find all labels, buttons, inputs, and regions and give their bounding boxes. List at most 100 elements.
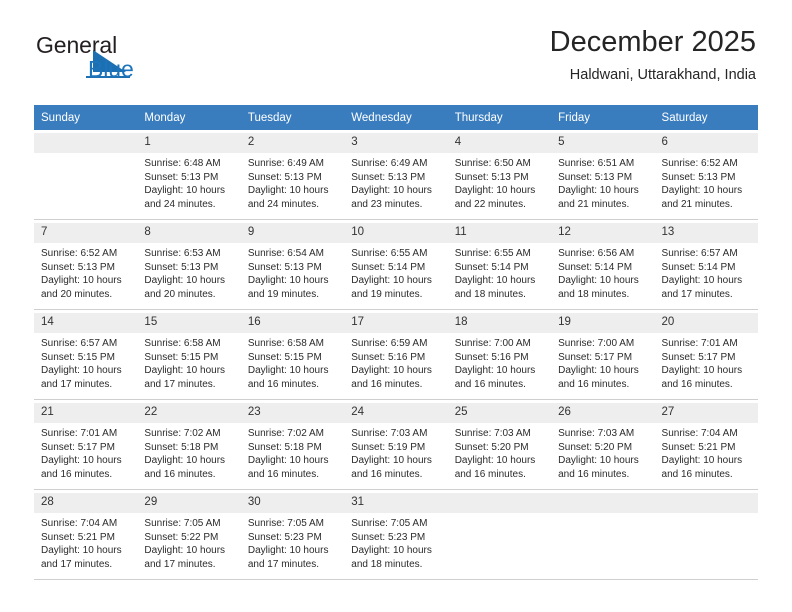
day-sun-info: Sunrise: 7:05 AM Sunset: 5:22 PM Daylight:… (144, 513, 234, 571)
day-number: 25 (447, 403, 552, 423)
day-number: 18 (447, 313, 552, 333)
day-sun-info: Sunrise: 6:49 AM Sunset: 5:13 PM Daylight:… (248, 153, 338, 211)
day-sun-info: Sunrise: 7:02 AM Sunset: 5:18 PM Daylight:… (144, 423, 234, 481)
calendar-day-cell[interactable]: 20 Sunrise: 7:01 AM Sunset: 5:17 PM Dayligh… (654, 309, 758, 400)
sunset-text: Sunset: 5:13 PM (454, 171, 529, 183)
day-sun-info: Sunrise: 6:56 AM Sunset: 5:14 PM Daylight:… (558, 243, 648, 301)
day-cell-inner (447, 490, 552, 579)
day-cell-inner: 8 Sunrise: 6:53 AM Sunset: 5:13 PM Daylight… (137, 220, 241, 309)
sunrise-text: Sunrise: 6:56 AM (558, 248, 635, 259)
day-cell-inner: 6 Sunrise: 6:52 AM Sunset: 5:13 PM Daylight… (654, 130, 758, 219)
day-cell-inner: 24 Sunrise: 7:03 AM Sunset: 5:19 PM Dayligh… (344, 400, 448, 489)
day-cell-inner: 27 Sunrise: 7:04 AM Sunset: 5:21 PM Dayligh… (654, 400, 758, 489)
calendar-day-cell[interactable]: 6 Sunrise: 6:52 AM Sunset: 5:13 PM Daylight… (654, 130, 758, 220)
daylight-text-line2: and 21 minutes. (661, 198, 733, 210)
day-number: 5 (551, 133, 655, 153)
daylight-text-line1: Daylight: 10 hours (661, 275, 743, 286)
day-cell-inner: 18 Sunrise: 7:00 AM Sunset: 5:16 PM Dayligh… (447, 310, 552, 399)
calendar-day-cell[interactable]: 5 Sunrise: 6:51 AM Sunset: 5:13 PM Daylight… (551, 130, 655, 220)
day-sun-info: Sunrise: 7:03 AM Sunset: 5:20 PM Daylight:… (455, 423, 545, 481)
sunset-text: Sunset: 5:13 PM (144, 171, 219, 183)
calendar-day-cell[interactable]: 7 Sunrise: 6:52 AM Sunset: 5:13 PM Daylight… (34, 219, 138, 310)
daylight-text-line1: Daylight: 10 hours (661, 365, 743, 376)
title-block: December 2025 Haldwani, Uttarakhand, Ind… (550, 24, 756, 84)
sunrise-text: Sunrise: 6:52 AM (661, 158, 738, 169)
daylight-text-line1: Daylight: 10 hours (247, 365, 329, 376)
day-sun-info: Sunrise: 6:49 AM Sunset: 5:13 PM Daylight:… (351, 153, 441, 211)
sunrise-text: Sunrise: 6:55 AM (351, 248, 428, 259)
daylight-text-line1: Daylight: 10 hours (41, 545, 122, 556)
daylight-text-line1: Daylight: 10 hours (144, 365, 226, 376)
day-number: 17 (344, 313, 448, 333)
day-sun-info: Sunrise: 6:48 AM Sunset: 5:13 PM Daylight:… (144, 153, 234, 211)
calendar-day-cell[interactable]: 29 Sunrise: 7:05 AM Sunset: 5:22 PM Dayligh… (137, 489, 241, 580)
day-cell-inner (551, 490, 655, 579)
sunset-text: Sunset: 5:18 PM (247, 441, 322, 453)
sunset-text: Sunset: 5:13 PM (351, 171, 426, 183)
sunrise-text: Sunrise: 7:05 AM (247, 518, 324, 529)
daylight-text-line1: Daylight: 10 hours (558, 365, 639, 376)
sunset-text: Sunset: 5:17 PM (41, 441, 115, 453)
calendar-week-row: 7 Sunrise: 6:52 AM Sunset: 5:13 PM Daylight… (34, 219, 758, 310)
day-sun-info: Sunrise: 6:50 AM Sunset: 5:13 PM Daylight:… (455, 153, 545, 211)
calendar-day-cell[interactable]: 2 Sunrise: 6:49 AM Sunset: 5:13 PM Daylight… (240, 130, 345, 220)
calendar-day-cell[interactable]: 19 Sunrise: 7:00 AM Sunset: 5:17 PM Dayligh… (551, 309, 655, 400)
day-sun-info: Sunrise: 6:59 AM Sunset: 5:16 PM Daylight:… (351, 333, 441, 391)
calendar-day-cell[interactable]: 22 Sunrise: 7:02 AM Sunset: 5:18 PM Dayligh… (137, 399, 241, 490)
day-number: 13 (654, 223, 758, 243)
calendar-day-cell[interactable]: 4 Sunrise: 6:50 AM Sunset: 5:13 PM Daylight… (447, 130, 552, 220)
calendar-day-cell[interactable]: 21 Sunrise: 7:01 AM Sunset: 5:17 PM Dayligh… (34, 399, 138, 490)
calendar-day-cell[interactable]: 14 Sunrise: 6:57 AM Sunset: 5:15 PM Dayligh… (34, 309, 138, 400)
sunset-text: Sunset: 5:15 PM (247, 351, 322, 363)
calendar-day-cell[interactable]: 26 Sunrise: 7:03 AM Sunset: 5:20 PM Dayligh… (551, 399, 655, 490)
daylight-text-line2: and 17 minutes. (41, 378, 113, 390)
calendar-day-cell[interactable]: 30 Sunrise: 7:05 AM Sunset: 5:23 PM Dayligh… (240, 489, 345, 580)
calendar-week-row: 14 Sunrise: 6:57 AM Sunset: 5:15 PM Dayligh… (34, 309, 758, 400)
calendar-day-cell[interactable]: 24 Sunrise: 7:03 AM Sunset: 5:19 PM Dayligh… (344, 399, 448, 490)
sunset-text: Sunset: 5:14 PM (661, 261, 736, 273)
sunset-text: Sunset: 5:13 PM (41, 261, 115, 273)
calendar-day-cell[interactable]: 27 Sunrise: 7:04 AM Sunset: 5:21 PM Dayligh… (654, 399, 758, 490)
calendar-day-cell[interactable]: 8 Sunrise: 6:53 AM Sunset: 5:13 PM Daylight… (137, 219, 241, 310)
day-number: 8 (137, 223, 241, 243)
calendar-day-cell[interactable]: 17 Sunrise: 6:59 AM Sunset: 5:16 PM Dayligh… (344, 309, 448, 400)
daylight-text-line1: Daylight: 10 hours (454, 455, 536, 466)
calendar-day-cell[interactable]: 18 Sunrise: 7:00 AM Sunset: 5:16 PM Dayligh… (447, 309, 552, 400)
day-cell-inner: 31 Sunrise: 7:05 AM Sunset: 5:23 PM Dayligh… (344, 490, 448, 579)
calendar-day-cell[interactable]: 25 Sunrise: 7:03 AM Sunset: 5:20 PM Dayligh… (447, 399, 552, 490)
day-number: 2 (240, 133, 345, 153)
sunrise-text: Sunrise: 6:49 AM (351, 158, 428, 169)
daylight-text-line2: and 23 minutes. (351, 198, 423, 210)
sunrise-text: Sunrise: 6:57 AM (41, 338, 118, 349)
calendar-day-cell[interactable]: 13 Sunrise: 6:57 AM Sunset: 5:14 PM Dayligh… (654, 219, 758, 310)
day-sun-info: Sunrise: 7:04 AM Sunset: 5:21 PM Daylight:… (41, 513, 131, 571)
calendar-day-cell[interactable]: 9 Sunrise: 6:54 AM Sunset: 5:13 PM Daylight… (240, 219, 345, 310)
daylight-text-line2: and 16 minutes. (41, 468, 113, 480)
calendar-day-cell[interactable]: 11 Sunrise: 6:55 AM Sunset: 5:14 PM Dayligh… (447, 219, 552, 310)
day-cell-inner: 26 Sunrise: 7:03 AM Sunset: 5:20 PM Dayligh… (551, 400, 655, 489)
calendar-day-cell[interactable]: 31 Sunrise: 7:05 AM Sunset: 5:23 PM Dayligh… (344, 489, 448, 580)
daylight-text-line2: and 17 minutes. (144, 378, 216, 390)
sunrise-text: Sunrise: 7:04 AM (661, 428, 738, 439)
calendar-day-cell[interactable]: 15 Sunrise: 6:58 AM Sunset: 5:15 PM Dayligh… (137, 309, 241, 400)
calendar-day-cell[interactable]: 28 Sunrise: 7:04 AM Sunset: 5:21 PM Dayligh… (34, 489, 138, 580)
daylight-text-line1: Daylight: 10 hours (558, 185, 639, 196)
daylight-text-line1: Daylight: 10 hours (454, 365, 536, 376)
day-sun-info: Sunrise: 6:55 AM Sunset: 5:14 PM Daylight:… (455, 243, 545, 301)
daylight-text-line2: and 20 minutes. (41, 288, 113, 300)
day-number: 12 (551, 223, 655, 243)
weekday-header-monday: Monday (137, 105, 241, 130)
day-number (551, 493, 655, 513)
calendar-day-cell[interactable]: 12 Sunrise: 6:56 AM Sunset: 5:14 PM Dayligh… (551, 219, 655, 310)
calendar-day-cell[interactable]: 1 Sunrise: 6:48 AM Sunset: 5:13 PM Daylight… (137, 130, 241, 220)
daylight-text-line1: Daylight: 10 hours (351, 545, 432, 556)
day-cell-inner (654, 490, 758, 579)
calendar-empty-cell (654, 489, 758, 580)
calendar-day-cell[interactable]: 3 Sunrise: 6:49 AM Sunset: 5:13 PM Daylight… (344, 130, 448, 220)
calendar-day-cell[interactable]: 16 Sunrise: 6:58 AM Sunset: 5:15 PM Dayligh… (240, 309, 345, 400)
day-cell-inner: 30 Sunrise: 7:05 AM Sunset: 5:23 PM Dayligh… (240, 490, 345, 579)
calendar-day-cell[interactable]: 10 Sunrise: 6:55 AM Sunset: 5:14 PM Dayligh… (344, 219, 448, 310)
calendar-day-cell[interactable]: 23 Sunrise: 7:02 AM Sunset: 5:18 PM Dayligh… (240, 399, 345, 490)
day-sun-info: Sunrise: 7:01 AM Sunset: 5:17 PM Daylight:… (41, 423, 131, 481)
calendar-week-row: 21 Sunrise: 7:01 AM Sunset: 5:17 PM Dayligh… (34, 399, 758, 490)
